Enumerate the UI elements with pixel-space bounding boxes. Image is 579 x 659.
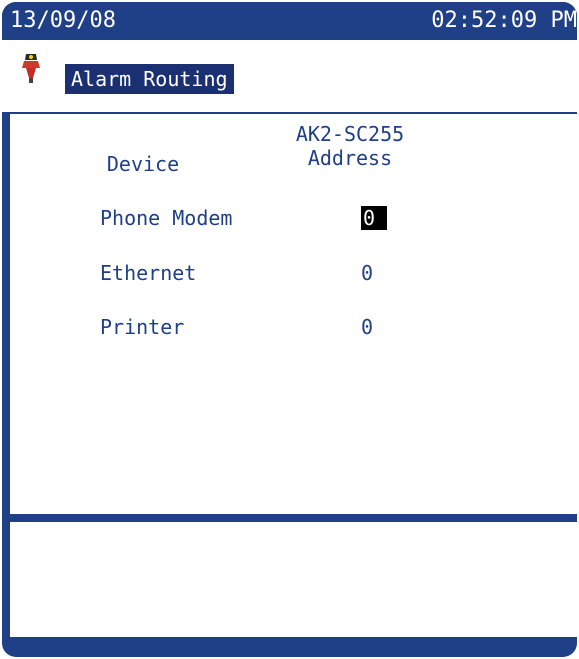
device-screen-frame: 13/09/08 02:52:09 PM Alarm Routing Devic… [2, 2, 577, 657]
device-label-printer: Printer [100, 315, 185, 339]
address-header-line2: Address [307, 146, 393, 170]
device-column-header: Device [106, 152, 180, 176]
message-pane [10, 522, 577, 637]
status-time: 02:52:09 PM [431, 8, 577, 33]
screen-title: Alarm Routing [65, 64, 234, 94]
address-field-phone-modem[interactable]: 0 [361, 206, 388, 230]
status-bar: 13/09/08 02:52:09 PM [2, 2, 577, 40]
address-column-header: AK2-SC255 Address [280, 122, 420, 170]
address-field-ethernet[interactable]: 0 [361, 261, 373, 285]
address-field-printer[interactable]: 0 [361, 315, 373, 339]
main-pane: Device AK2-SC255 Address Phone Modem 0 E… [10, 114, 577, 514]
status-date: 13/09/08 [10, 8, 116, 33]
address-header-line1: AK2-SC255 [295, 122, 405, 146]
screen-header: Alarm Routing [2, 40, 577, 112]
device-label-phone-modem: Phone Modem [100, 206, 233, 230]
device-label-ethernet: Ethernet [100, 261, 197, 285]
alarm-routing-icon [22, 54, 40, 83]
